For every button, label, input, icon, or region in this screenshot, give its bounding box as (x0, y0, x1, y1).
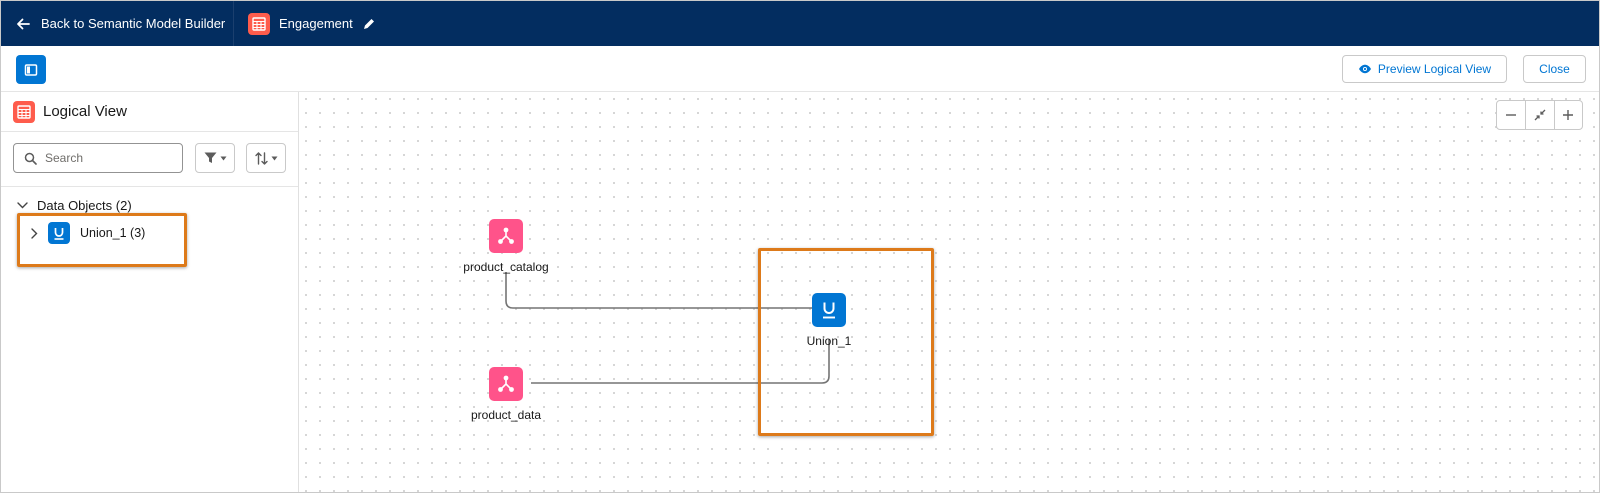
table-icon (13, 101, 35, 123)
node-label: product_catalog (463, 260, 549, 274)
chevron-down-icon (271, 156, 277, 160)
toggle-panel-button[interactable] (16, 55, 46, 84)
left-panel-divider (1, 186, 298, 187)
left-panel-header: Logical View (1, 92, 298, 132)
arrow-left-icon (17, 18, 30, 29)
node-product-data[interactable]: product_data (456, 367, 556, 422)
top-bar-divider (233, 1, 234, 46)
zoom-in-button[interactable] (1553, 101, 1582, 129)
tree-group-label: Data Objects (2) (37, 198, 132, 213)
node-label: product_data (470, 408, 542, 422)
app-frame: Back to Semantic Model Builder Engagemen… (0, 0, 1600, 493)
chevron-down-icon (17, 202, 28, 209)
table-icon (248, 12, 270, 35)
left-panel-title: Logical View (43, 103, 127, 120)
search-icon (24, 152, 37, 165)
preview-logical-view-button[interactable]: Preview Logical View (1342, 55, 1507, 83)
zoom-out-button[interactable] (1497, 101, 1525, 129)
pencil-icon[interactable] (362, 17, 376, 31)
minus-icon (1506, 114, 1517, 116)
left-panel: Logical View Search Data Objects (2) Uni… (1, 92, 299, 492)
sort-icon (254, 151, 268, 165)
contract-icon (1534, 109, 1546, 121)
back-button[interactable]: Back to Semantic Model Builder (15, 1, 225, 46)
back-button-label: Back to Semantic Model Builder (41, 16, 226, 31)
highlight-box (758, 248, 934, 436)
model-name: Engagement (279, 16, 353, 31)
node-product-catalog[interactable]: product_catalog (456, 219, 556, 274)
zoom-controls (1496, 100, 1583, 130)
search-field[interactable] (13, 143, 183, 173)
chevron-down-icon (220, 156, 226, 160)
tree-group-data-objects[interactable]: Data Objects (2) (17, 198, 132, 213)
sort-button[interactable] (246, 143, 286, 173)
data-object-icon (489, 219, 523, 253)
filter-icon (204, 152, 216, 163)
diagram-canvas[interactable] (299, 92, 1599, 492)
fit-to-view-button[interactable] (1525, 101, 1553, 129)
close-label: Close (1539, 62, 1570, 76)
highlight-box (17, 213, 187, 267)
close-button[interactable]: Close (1523, 55, 1586, 83)
eye-icon (1358, 64, 1371, 74)
preview-label: Preview Logical View (1377, 62, 1492, 76)
plus-icon (1563, 110, 1574, 120)
model-title: Engagement (248, 1, 376, 46)
data-object-icon (489, 367, 523, 401)
filter-button[interactable] (195, 143, 235, 173)
top-bar: Back to Semantic Model Builder Engagemen… (1, 1, 1599, 46)
panel-toggle-icon (24, 63, 38, 76)
toolbar: Preview Logical View Close (1, 46, 1599, 92)
search-input[interactable] (45, 151, 175, 165)
